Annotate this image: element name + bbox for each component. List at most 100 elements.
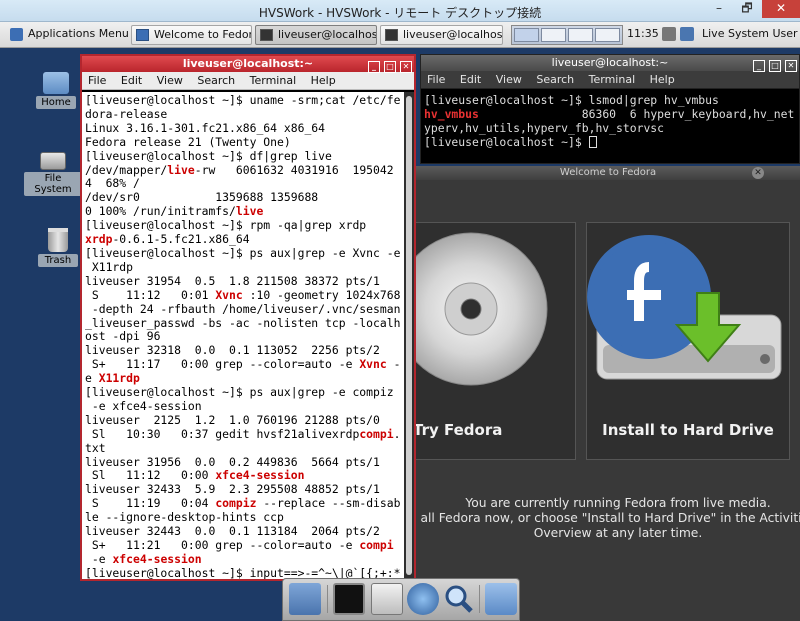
menu-file[interactable]: File (427, 73, 445, 86)
terminal-line: [liveuser@localhost ~]$ uname -srm;cat /… (85, 93, 401, 108)
terminal-text: 0 100% /run/initramfs/ (85, 204, 236, 219)
home-icon (43, 72, 69, 94)
terminal-line: Sl 11:12 0:00 xfce4-session (85, 469, 401, 483)
menu-search[interactable]: Search (536, 73, 574, 86)
workspace-2[interactable] (541, 28, 566, 42)
terminal-line: e X11rdp (85, 371, 401, 386)
terminal-line: [liveuser@localhost ~]$ lsmod|grep hv_vm… (424, 93, 796, 107)
terminal-text: dora-release (85, 106, 168, 121)
highlighted-match: xfce4-session (215, 468, 305, 483)
desktop-icon-home[interactable]: Home (36, 72, 76, 109)
terminal-line: S+ 11:21 0:00 grep --color=auto -e compi (85, 538, 401, 553)
terminal-2-output[interactable]: [liveuser@localhost ~]$ lsmod|grep hv_vm… (421, 91, 799, 163)
desktop-icon-label: Trash (38, 254, 78, 267)
try-fedora-button[interactable]: Try Fedora (394, 222, 576, 460)
menu-view[interactable]: View (496, 73, 522, 86)
terminal-line: /dev/sr0 1359688 1359688 (85, 190, 401, 205)
menu-help[interactable]: Help (650, 73, 675, 86)
terminal-line: [liveuser@localhost ~]$ ps aux|grep -e X… (85, 246, 401, 261)
highlighted-match: live (167, 162, 195, 177)
applications-menu-button[interactable]: Applications Menu (6, 25, 136, 45)
terminal-text: -e (85, 551, 113, 566)
workspace-1[interactable] (514, 28, 539, 42)
maximize-icon[interactable]: □ (769, 60, 781, 72)
workspace-3[interactable] (568, 28, 593, 42)
terminal-line: /dev/mapper/live-rw 6061632 4031916 1950… (85, 162, 401, 178)
web-browser-icon[interactable] (407, 583, 439, 615)
taskbar-item-label: liveuser@localhos... (278, 28, 377, 41)
taskbar-item-label: Welcome to Fedora (154, 28, 252, 41)
terminal-line: Linux 3.16.1-301.fc21.x86_64 x86_64 (85, 121, 401, 136)
close-icon[interactable]: ✕ (752, 167, 764, 179)
taskbar-item-welcome[interactable]: Welcome to Fedora (131, 25, 252, 45)
terminal-line: liveuser 32443 0.0 0.1 113184 2064 pts/2 (85, 524, 401, 539)
terminal-text: [liveuser@localhost ~]$ (424, 135, 589, 149)
menu-search[interactable]: Search (197, 74, 235, 87)
drive-icon (40, 152, 66, 170)
terminal-line: [liveuser@localhost ~]$ rpm -qa|grep xrd… (85, 218, 401, 233)
install-drive-icon (587, 235, 782, 380)
welcome-message-line: You are currently running Fedora from li… (465, 496, 771, 510)
menu-view[interactable]: View (157, 74, 183, 87)
panel-clock[interactable]: 11:35 (627, 25, 659, 45)
minimize-button[interactable]: – (706, 0, 732, 18)
terminal-text: -depth 24 -rfbauth /home/liveuser/.vnc/s… (85, 301, 401, 316)
terminal-text: yperv,hv_utils,hyperv_fb,hv_storvsc (424, 121, 665, 135)
terminal-text: -e xfce4-session (85, 398, 202, 413)
taskbar-item-terminal-1[interactable]: liveuser@localhos... (255, 25, 377, 45)
menu-terminal[interactable]: Terminal (250, 74, 297, 87)
search-icon[interactable] (443, 583, 475, 615)
highlighted-match: live (235, 204, 264, 219)
highlighted-match: xrdp (85, 232, 113, 247)
menu-edit[interactable]: Edit (460, 73, 481, 86)
terminal-line: liveuser 32433 5.9 2.3 295508 48852 pts/… (85, 482, 401, 497)
terminal-text: -rw 6061632 4031916 195042 (194, 162, 394, 177)
network-icon[interactable] (680, 27, 694, 41)
folder-icon[interactable] (485, 583, 517, 615)
terminal-text: S+ 11:21 0:00 grep --color=auto -e (85, 538, 360, 552)
menu-terminal[interactable]: Terminal (589, 73, 636, 86)
desktop-icon-file-system[interactable]: File System (24, 152, 82, 196)
menu-help[interactable]: Help (311, 74, 336, 87)
close-button[interactable]: ✕ (762, 0, 800, 18)
scrollbar-thumb[interactable] (406, 96, 412, 575)
files-icon[interactable] (289, 583, 321, 615)
menu-file[interactable]: File (88, 74, 106, 87)
taskbar-item-terminal-2[interactable]: liveuser@localhos... (380, 25, 503, 45)
workspace-4[interactable] (595, 28, 620, 42)
install-to-hard-drive-button[interactable]: Install to Hard Drive (586, 222, 790, 460)
terminal-text: S 11:19 0:04 (85, 496, 216, 511)
dock-separator (479, 585, 480, 613)
terminal-text: _liveuser_passwd -bs -ac -nolisten tcp -… (85, 315, 401, 330)
terminal-1-scrollbar[interactable] (404, 92, 414, 579)
terminal-text: [liveuser@localhost ~]$ lsmod|grep hv_vm… (424, 93, 719, 107)
terminal-text: :10 -geometry 1024x768 (242, 287, 401, 302)
maximize-icon[interactable]: □ (384, 61, 396, 73)
minimize-icon[interactable]: _ (753, 60, 765, 72)
terminal-icon[interactable] (333, 583, 365, 615)
terminal-line: dora-release (85, 106, 401, 122)
close-icon[interactable]: ✕ (400, 61, 412, 73)
terminal-line: le --ignore-desktop-hints ccp (85, 510, 401, 525)
welcome-window: Welcome to Fedora ✕ Try Fedora Install t… (394, 166, 800, 621)
minimize-icon[interactable]: _ (368, 61, 380, 73)
terminal-text: liveuser 32433 5.9 2.3 295508 48852 pts/… (85, 482, 380, 497)
terminal-text: [liveuser@localhost ~]$ ps aux|grep -e c… (85, 385, 394, 400)
terminal-1-menubar: File Edit View Search Terminal Help (82, 72, 414, 90)
user-menu[interactable]: Live System User (700, 25, 800, 45)
desktop-icon-trash[interactable]: Trash (38, 228, 78, 267)
menu-edit[interactable]: Edit (121, 74, 142, 87)
close-icon[interactable]: ✕ (785, 60, 797, 72)
terminal-text: liveuser 31956 0.0 0.2 449836 5664 pts/1 (85, 454, 380, 469)
welcome-title: Welcome to Fedora (559, 167, 657, 178)
keyboard-icon[interactable] (662, 27, 676, 41)
maximize-button[interactable]: 🗗 (734, 0, 760, 18)
text-cursor (588, 136, 597, 148)
terminal-text: [liveuser@localhost ~]$ rpm -qa|grep xrd… (85, 218, 367, 233)
terminal-window-1: liveuser@localhost:~ _ □ ✕ File Edit View … (80, 54, 416, 581)
workspace-switcher[interactable] (511, 25, 623, 45)
terminal-line: -depth 24 -rfbauth /home/liveuser/.vnc/s… (85, 301, 401, 317)
terminal-1-output[interactable]: [liveuser@localhost ~]$ uname -srm;cat /… (82, 92, 404, 579)
fedora-icon (136, 29, 149, 41)
file-manager-icon[interactable] (371, 583, 403, 615)
